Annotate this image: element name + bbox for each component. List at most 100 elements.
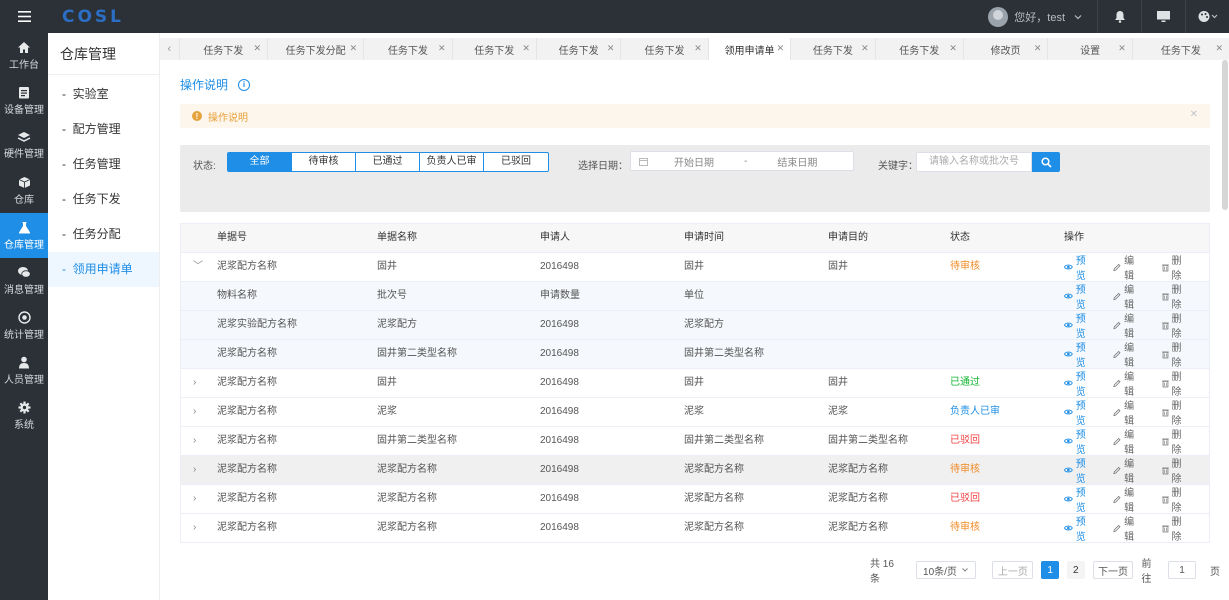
user-menu[interactable]: 您好，test [988,6,1097,27]
sub-nav-item-formula[interactable]: - 配方管理 [48,112,159,147]
tab[interactable]: 任务下发 ✕ [875,38,964,60]
chevron-right-icon[interactable]: › [193,456,196,484]
prev-page-button[interactable]: 上一页 [992,561,1034,579]
nav-item-personnel[interactable]: 人员管理 [0,348,48,393]
delete-button[interactable]: 删除 [1161,513,1189,543]
delete-button[interactable]: 删除 [1161,339,1189,369]
page-number[interactable]: 1 [1041,561,1059,579]
edit-button[interactable]: 编辑 [1113,368,1141,398]
info-icon[interactable]: i [238,78,251,91]
tab-scroll-left-button[interactable]: ‹ [160,38,180,60]
edit-button[interactable]: 编辑 [1113,339,1141,369]
scrollbar[interactable] [1222,60,1228,210]
sub-nav-item-lab[interactable]: - 实验室 [48,77,159,112]
close-icon[interactable]: ✕ [253,43,261,54]
nav-item-dashboard[interactable]: 工作台 [0,33,48,78]
close-icon[interactable]: ✕ [949,43,957,54]
chevron-right-icon[interactable]: › [193,369,196,397]
notification-button[interactable] [1097,0,1141,33]
page-number[interactable]: 2 [1066,561,1085,579]
next-page-button[interactable]: 下一页 [1092,561,1134,579]
tab[interactable]: 任务下发 ✕ [364,38,453,60]
edit-button[interactable]: 编辑 [1113,426,1141,456]
tab[interactable]: 任务下发 ✕ [452,38,537,60]
edit-button[interactable]: 编辑 [1113,455,1141,485]
status-option-pending[interactable]: 待审核 [292,153,356,171]
nav-item-warehouse-management[interactable]: 仓库管理 [0,213,48,258]
status-option-leader-approved[interactable]: 负责人已审 [420,153,484,171]
tab[interactable]: 任务下发 ✕ [621,38,709,60]
edit-button[interactable]: 编辑 [1113,484,1141,514]
edit-button[interactable]: 编辑 [1113,397,1141,427]
edit-button[interactable]: 编辑 [1113,310,1141,340]
view-button[interactable]: 预览 [1064,397,1093,427]
delete-button[interactable]: 删除 [1161,397,1189,427]
delete-button[interactable]: 删除 [1161,484,1189,514]
chevron-right-icon[interactable]: › [193,427,196,455]
tab[interactable]: 任务下发 ✕ [791,38,876,60]
tab[interactable]: 设置 ✕ [1048,38,1133,60]
tab[interactable]: 修改页 ✕ [963,38,1049,60]
delete-button[interactable]: 删除 [1161,252,1189,282]
view-button[interactable]: 预览 [1064,455,1093,485]
tab[interactable]: 任务下发 ✕ [1132,38,1229,60]
chevron-right-icon[interactable]: › [193,514,196,542]
sub-nav-item-task-dispatch[interactable]: - 任务下发 [48,182,159,217]
close-icon[interactable]: ✕ [861,43,869,54]
goto-page-input[interactable]: 1 [1168,561,1196,579]
view-button[interactable]: 预览 [1064,368,1093,398]
delete-button[interactable]: 删除 [1161,426,1189,456]
sub-nav-item-task-management[interactable]: - 任务管理 [48,147,159,182]
view-button[interactable]: 预览 [1064,310,1093,340]
close-icon[interactable]: ✕ [694,43,702,54]
nav-item-system[interactable]: 系统 [0,393,48,438]
theme-button[interactable] [1185,0,1229,33]
close-icon[interactable]: ✕ [350,43,358,54]
close-icon[interactable]: ✕ [1034,43,1042,54]
tab[interactable]: 任务下发 ✕ [536,38,622,60]
close-icon[interactable]: ✕ [1118,43,1126,54]
nav-item-statistics[interactable]: 统计管理 [0,303,48,348]
status-option-passed[interactable]: 已通过 [356,153,420,171]
view-button[interactable]: 预览 [1064,513,1093,543]
table-cell: 泥浆配方名称 [217,261,277,272]
nav-item-messages[interactable]: 消息管理 [0,258,48,303]
nav-item-equipment[interactable]: 设备管理 [0,78,48,123]
status-option-all[interactable]: 全部 [228,153,292,171]
close-icon[interactable]: ✕ [1215,43,1223,54]
tab[interactable]: 任务下发 ✕ [179,38,268,60]
status-option-rejected[interactable]: 已驳回 [484,153,548,171]
delete-button[interactable]: 删除 [1161,281,1189,311]
tab[interactable]: 任务下发分配 ✕ [267,38,365,60]
close-icon[interactable]: ✕ [1190,109,1198,120]
chevron-right-icon[interactable]: › [193,398,196,426]
view-button[interactable]: 预览 [1064,339,1093,369]
menu-toggle-button[interactable] [0,0,48,33]
view-button[interactable]: 预览 [1064,426,1093,456]
delete-button[interactable]: 删除 [1161,310,1189,340]
screen-button[interactable] [1141,0,1185,33]
nav-item-hardware[interactable]: 硬件管理 [0,123,48,168]
close-icon[interactable]: ✕ [522,43,530,54]
delete-button[interactable]: 删除 [1161,455,1189,485]
sub-nav-item-requisition[interactable]: - 领用申请单 [48,252,159,287]
keyword-input[interactable]: 请输入名称或批次号 [916,152,1032,172]
nav-item-warehouse[interactable]: 仓库 [0,168,48,213]
edit-button[interactable]: 编辑 [1113,281,1141,311]
sub-nav-item-task-assign[interactable]: - 任务分配 [48,217,159,252]
chevron-right-icon[interactable]: › [193,485,196,513]
close-icon[interactable]: ✕ [777,43,785,54]
view-button[interactable]: 预览 [1064,484,1093,514]
edit-button[interactable]: 编辑 [1113,513,1141,543]
tab-requisition[interactable]: 领用申请单 ✕ [708,38,792,60]
view-button[interactable]: 预览 [1064,252,1093,282]
search-button[interactable] [1032,152,1060,172]
close-icon[interactable]: ✕ [607,43,615,54]
close-icon[interactable]: ✕ [438,43,446,54]
page-size-select[interactable]: 10条/页 [916,561,977,579]
date-range-picker[interactable]: 开始日期 - 结束日期 [630,151,854,171]
chevron-down-icon[interactable]: ﹀ [193,253,203,281]
view-button[interactable]: 预览 [1064,281,1093,311]
edit-button[interactable]: 编辑 [1113,252,1141,282]
delete-button[interactable]: 删除 [1161,368,1189,398]
